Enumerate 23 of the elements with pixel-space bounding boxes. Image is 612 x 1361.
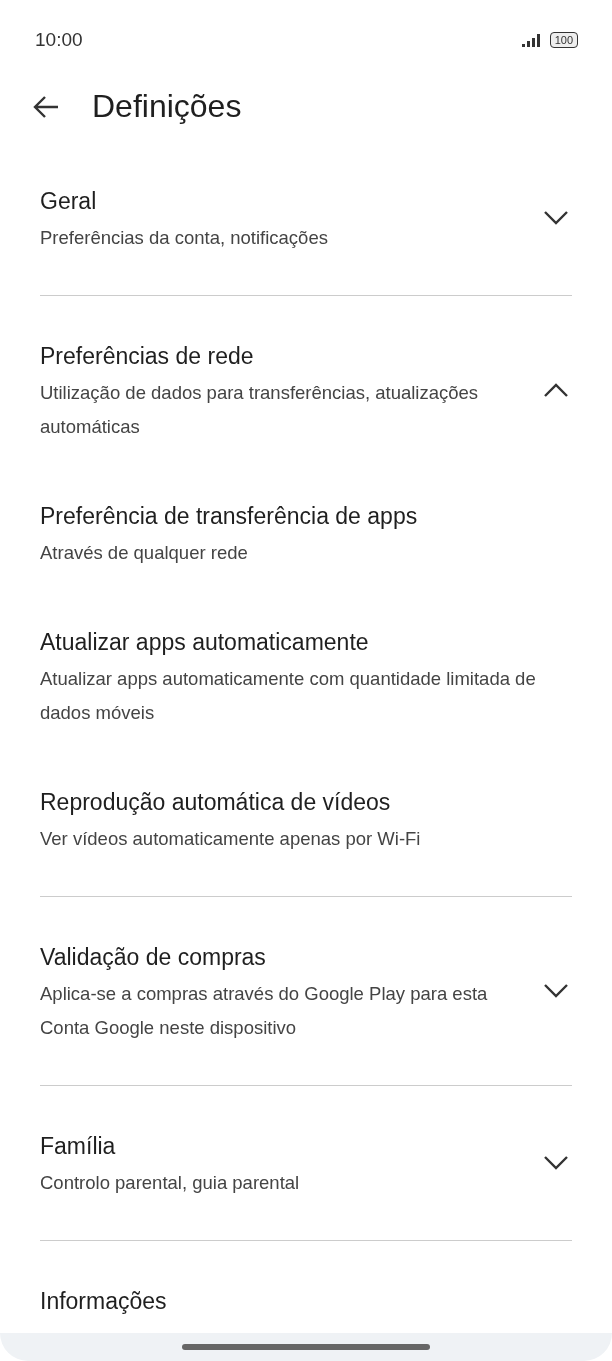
section-title[interactable]: Preferências de rede [40, 336, 527, 376]
chevron-up-icon[interactable] [543, 382, 569, 398]
battery-icon: 100 [549, 32, 578, 48]
section-subtitle: Utilização de dados para transferências, atualizações automáticas [40, 381, 480, 439]
section-title[interactable]: Família [40, 1126, 527, 1166]
page-title: Definições [92, 88, 242, 125]
chevron-down-icon[interactable] [543, 210, 569, 226]
setting-title[interactable]: Reprodução automática de vídeos [40, 782, 572, 822]
section-title[interactable]: Geral [40, 181, 527, 221]
setting-subtitle: Atualizar apps automaticamente com quantidade limitada de dados móveis [40, 667, 537, 725]
section-title[interactable]: Validação de compras [40, 937, 527, 977]
section-subtitle: Preferências da conta, notificações [40, 226, 329, 250]
status-time: 10:00 [35, 29, 83, 51]
back-arrow-icon[interactable] [33, 94, 59, 119]
chevron-down-icon[interactable] [543, 983, 569, 999]
setting-title[interactable]: Atualizar apps automaticamente [40, 622, 572, 662]
chevron-down-icon[interactable] [543, 1155, 569, 1171]
section-subtitle: Controlo parental, guia parental [40, 1171, 301, 1195]
section-title[interactable]: Informações [40, 1281, 572, 1321]
setting-title[interactable]: Preferência de transferência de apps [40, 496, 572, 536]
setting-subtitle: Através de qualquer rede [40, 541, 249, 565]
setting-subtitle: Ver vídeos automaticamente apenas por Wi-Fi [40, 827, 422, 851]
section-subtitle: Aplica-se a compras através do Google Play para esta Conta Google neste dispositivo [40, 982, 489, 1040]
